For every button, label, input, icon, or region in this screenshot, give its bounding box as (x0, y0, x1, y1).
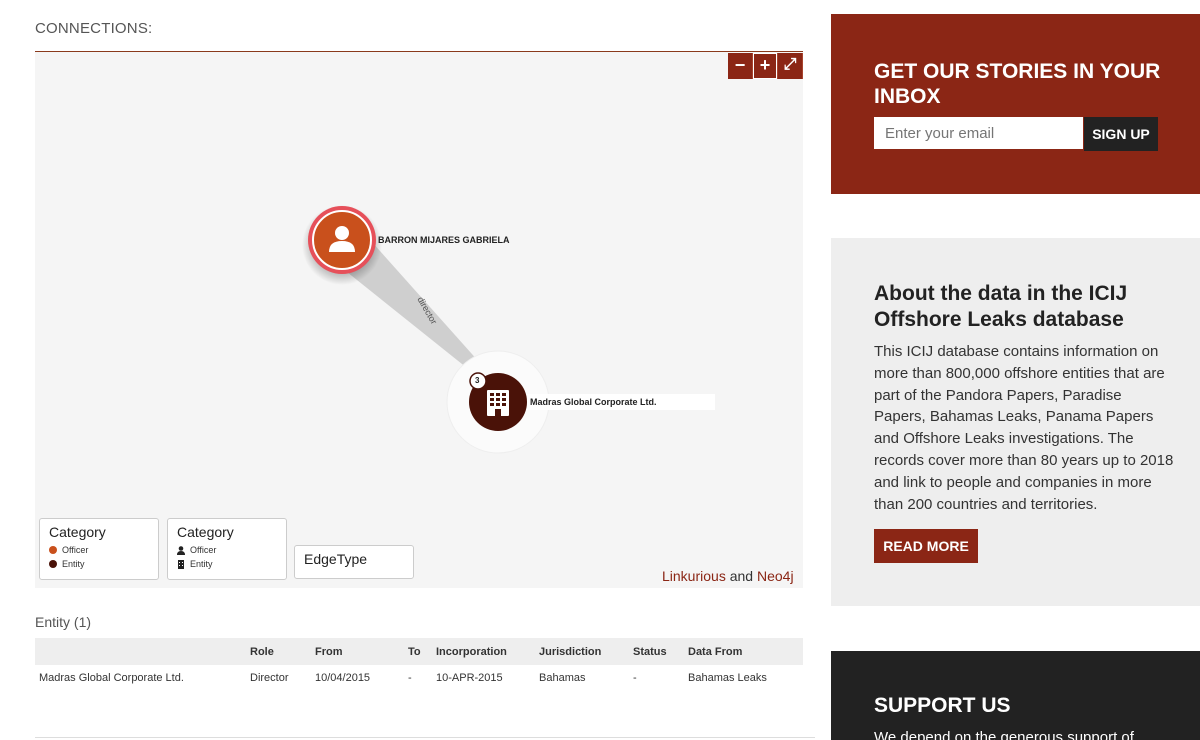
zoom-out-button[interactable]: − (728, 53, 753, 79)
column-header-status: Status (633, 646, 667, 658)
officer-dot-icon (49, 546, 57, 554)
credits-and: and (729, 568, 754, 584)
about-body: This ICIJ database contains information … (874, 343, 1174, 513)
building-icon (178, 559, 184, 569)
fullscreen-button[interactable]: ⤢ (778, 53, 803, 79)
support-body: We depend on the generous support of (874, 729, 1134, 740)
zoom-in-button[interactable]: + (753, 53, 778, 79)
legend-edge-type[interactable]: EdgeType (294, 545, 414, 579)
about-data-panel: About the data in the ICIJ Offshore Leak… (831, 238, 1200, 606)
column-header-to: To (408, 646, 421, 658)
email-field[interactable] (874, 117, 1083, 149)
column-header-incorporation: Incorporation (436, 646, 507, 658)
zoom-controls: − + ⤢ (728, 53, 803, 79)
cell-role: Director (250, 672, 289, 684)
legend-item-label: Officer (190, 545, 217, 555)
column-header-role: Role (250, 646, 274, 658)
entity-dot-icon (49, 560, 57, 568)
building-icon (487, 390, 509, 416)
support-panel: SUPPORT US We depend on the generous sup… (831, 651, 1200, 740)
neo4j-link[interactable]: Neo4j (757, 568, 794, 584)
entity-table: Role From To Incorporation Jurisdiction … (35, 638, 803, 695)
cell-jurisdiction: Bahamas (539, 672, 586, 684)
entity-section-heading: Entity (1) (35, 614, 92, 630)
cell-to: - (408, 672, 412, 684)
cell-incorporation: 10-APR-2015 (436, 672, 503, 684)
entity-node-label: Madras Global Corporate Ltd. (530, 397, 657, 407)
legend-category-icon[interactable]: Category Officer Entity (167, 518, 287, 580)
legend-title: Category (49, 524, 106, 540)
about-title: About the data in the ICIJ Offshore Leak… (874, 282, 1128, 331)
support-title: SUPPORT US (874, 694, 1011, 717)
table-row: Madras Global Corporate Ltd. Director 10… (35, 665, 803, 695)
entity-name-link[interactable]: Madras Global Corporate Ltd. (39, 672, 184, 684)
legend-item-entity: Entity (49, 557, 149, 571)
person-icon (177, 545, 185, 555)
column-header-data-from: Data From (688, 646, 743, 658)
data-source-link[interactable]: Bahamas Leaks (688, 672, 767, 684)
legend-item-label: Entity (190, 559, 213, 569)
legend-item-officer: Officer (177, 543, 277, 557)
table-header: Role From To Incorporation Jurisdiction … (35, 638, 803, 665)
legend-title: Category (177, 524, 234, 540)
legend-item-label: Entity (62, 559, 85, 569)
column-header-jurisdiction: Jurisdiction (539, 646, 602, 658)
column-header-from: From (315, 646, 343, 658)
graph-credits: Linkurious and Neo4j (662, 568, 794, 584)
sign-up-button[interactable]: SIGN UP (1084, 117, 1158, 151)
entity-badge-count: 3 (475, 376, 480, 385)
legend-item-label: Officer (62, 545, 89, 555)
officer-node-label: BARRON MIJARES GABRIELA (378, 235, 510, 245)
newsletter-signup: GET OUR STORIES IN YOUR INBOX SIGN UP (831, 14, 1200, 194)
divider (35, 737, 815, 738)
legend-category-color[interactable]: Category Officer Entity (39, 518, 159, 580)
legend-item-officer: Officer (49, 543, 149, 557)
graph-canvas[interactable] (35, 52, 803, 588)
cell-from: 10/04/2015 (315, 672, 371, 684)
connections-heading: CONNECTIONS: (35, 20, 153, 37)
cell-status: - (633, 672, 637, 684)
legend-title: EdgeType (304, 551, 368, 567)
linkurious-link[interactable]: Linkurious (662, 568, 726, 584)
signup-title: GET OUR STORIES IN YOUR INBOX (874, 60, 1161, 108)
legend-item-entity: Entity (177, 557, 277, 571)
connections-graph[interactable]: BARRON MIJARES GABRIELA Madras Global Co… (35, 52, 803, 588)
read-more-button[interactable]: READ MORE (874, 529, 978, 563)
